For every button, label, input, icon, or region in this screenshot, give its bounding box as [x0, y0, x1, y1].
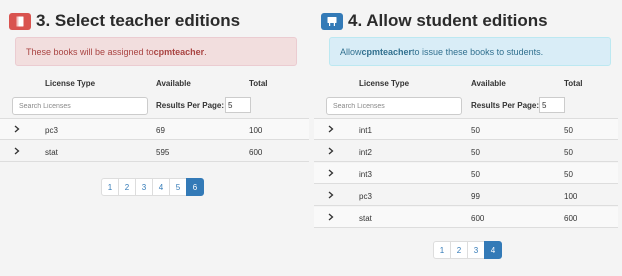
page-1-button[interactable]: 1: [433, 241, 451, 259]
cell-license: pc3: [359, 192, 372, 201]
results-per-page-label: Results Per Page:: [156, 101, 225, 110]
chevron-right-icon[interactable]: [328, 213, 334, 221]
cell-total: 100: [564, 192, 578, 201]
cell-license: pc3: [45, 126, 58, 135]
chevron-right-icon[interactable]: [14, 147, 20, 155]
cell-license: int1: [359, 126, 372, 135]
cell-available: 69: [156, 126, 165, 135]
cell-license: int3: [359, 170, 372, 179]
alert-suffix: to issue these books to students.: [412, 46, 544, 57]
table-row[interactable]: int2 50 50: [314, 141, 618, 162]
cell-available: 50: [471, 170, 480, 179]
page-3-button[interactable]: 3: [467, 241, 485, 259]
cell-license: stat: [45, 148, 58, 157]
search-input[interactable]: [12, 97, 148, 115]
page-1-button[interactable]: 1: [101, 178, 119, 196]
chevron-right-icon[interactable]: [328, 125, 334, 133]
cell-available: 50: [471, 148, 480, 157]
page-5-button[interactable]: 5: [169, 178, 187, 196]
column-license-type: License Type: [359, 79, 410, 88]
page-title: 3. Select teacher editions: [36, 11, 241, 30]
alert-prefix: Allow: [340, 46, 362, 57]
table-row[interactable]: pc3 99 100: [314, 185, 618, 206]
results-per-page-input[interactable]: [539, 97, 565, 113]
chevron-right-icon[interactable]: [328, 147, 334, 155]
page-6-button[interactable]: 6: [186, 178, 204, 196]
search-input[interactable]: [326, 97, 462, 115]
chevron-right-icon[interactable]: [14, 125, 20, 133]
results-per-page-input[interactable]: [225, 97, 251, 113]
cell-total: 50: [564, 170, 573, 179]
column-total: Total: [564, 79, 583, 88]
cell-available: 600: [471, 214, 485, 223]
cell-total: 50: [564, 148, 573, 157]
alert-user: cpmteacher: [153, 46, 205, 57]
page-4-button[interactable]: 4: [484, 241, 502, 259]
column-license-type: License Type: [45, 79, 96, 88]
alert-user: cpmteacher: [361, 46, 413, 57]
teacher-heading: 3. Select teacher editions: [9, 10, 240, 32]
page-title: 4. Allow student editions: [348, 11, 548, 30]
chevron-right-icon[interactable]: [328, 191, 334, 199]
cell-total: 600: [249, 148, 263, 157]
chevron-right-icon[interactable]: [328, 169, 334, 177]
cell-total: 100: [249, 126, 263, 135]
alert-suffix: .: [204, 46, 207, 57]
table-row[interactable]: int1 50 50: [314, 119, 618, 140]
desk-icon: [321, 12, 343, 30]
results-per-page-label: Results Per Page:: [471, 101, 540, 110]
student-alert: Allow cpmteacher to issue these books to…: [329, 37, 611, 66]
cell-license: int2: [359, 148, 372, 157]
cell-total: 50: [564, 126, 573, 135]
cell-license: stat: [359, 214, 372, 223]
alert-prefix: These books will be assigned to: [26, 46, 154, 57]
cell-available: 595: [156, 148, 170, 157]
cell-total: 600: [564, 214, 578, 223]
cell-available: 99: [471, 192, 480, 201]
table-row[interactable]: stat 600 600: [314, 207, 618, 228]
page-2-button[interactable]: 2: [118, 178, 136, 196]
column-total: Total: [249, 79, 268, 88]
table-row[interactable]: int3 50 50: [314, 163, 618, 184]
page-2-button[interactable]: 2: [450, 241, 468, 259]
table-row[interactable]: pc3 69 100: [0, 119, 309, 140]
table-row[interactable]: stat 595 600: [0, 141, 309, 162]
page-4-button[interactable]: 4: [152, 178, 170, 196]
book-icon: [9, 12, 31, 30]
teacher-alert: These books will be assigned to cpmteach…: [15, 37, 297, 66]
column-available: Available: [471, 79, 506, 88]
pagination: 1 2 3 4 5 6: [101, 178, 204, 196]
pagination: 1 2 3 4: [433, 241, 502, 259]
cell-available: 50: [471, 126, 480, 135]
page-3-button[interactable]: 3: [135, 178, 153, 196]
column-available: Available: [156, 79, 191, 88]
student-heading: 4. Allow student editions: [321, 10, 548, 32]
